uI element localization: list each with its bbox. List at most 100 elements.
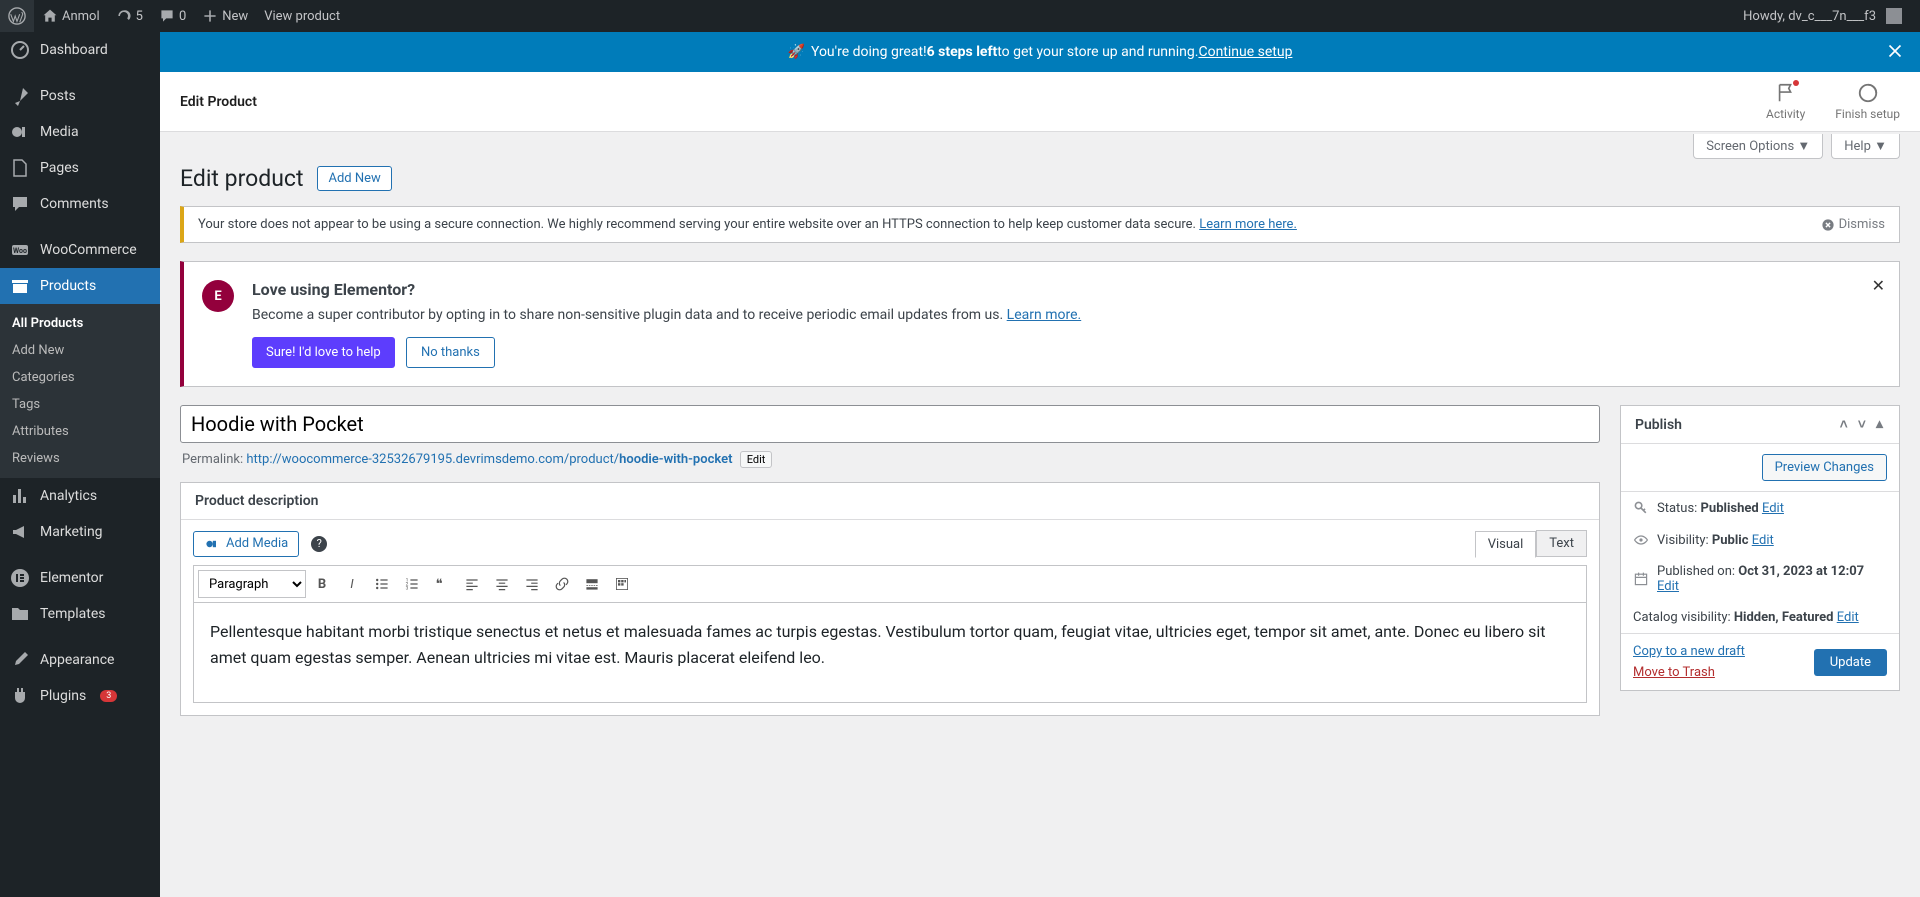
align-left-button[interactable] xyxy=(458,570,486,598)
sub-item-categories[interactable]: Categories xyxy=(0,364,160,391)
italic-button[interactable]: I xyxy=(338,570,366,598)
sidebar-item-media[interactable]: Media xyxy=(0,114,160,150)
toolbar-toggle-button[interactable] xyxy=(608,570,636,598)
add-media-button[interactable]: Add Media xyxy=(193,531,299,557)
updates-count: 5 xyxy=(136,9,143,24)
sub-item-all-products[interactable]: All Products xyxy=(0,310,160,337)
help-button[interactable]: Help ▼ xyxy=(1831,134,1900,159)
banner-bold: 6 steps left xyxy=(927,44,998,60)
edit-status-link[interactable]: Edit xyxy=(1762,501,1784,516)
https-notice-text: Your store does not appear to be using a… xyxy=(198,217,1199,232)
edit-catalog-link[interactable]: Edit xyxy=(1837,610,1859,625)
edit-date-link[interactable]: Edit xyxy=(1657,579,1679,594)
sidebar-item-posts[interactable]: Posts xyxy=(0,78,160,114)
sub-item-add-new[interactable]: Add New xyxy=(0,337,160,364)
elementor-learn-link[interactable]: Learn more. xyxy=(1007,307,1082,323)
site-link[interactable]: Anmol xyxy=(34,0,108,32)
screen-options-button[interactable]: Screen Options ▼ xyxy=(1693,134,1823,159)
sidebar-item-products[interactable]: Products xyxy=(0,268,160,304)
sidebar-item-comments[interactable]: Comments xyxy=(0,186,160,222)
move-trash-link[interactable]: Move to Trash xyxy=(1633,665,1745,680)
svg-text:Woo: Woo xyxy=(13,247,27,255)
elementor-yes-button[interactable]: Sure! I'd love to help xyxy=(252,337,395,368)
visual-tab[interactable]: Visual xyxy=(1475,531,1537,558)
home-icon xyxy=(42,8,58,24)
sidebar-item-marketing[interactable]: Marketing xyxy=(0,514,160,550)
calendar-icon xyxy=(1633,571,1649,587)
sidebar-label: Dashboard xyxy=(40,42,108,58)
activity-label: Activity xyxy=(1766,107,1805,121)
updates-link[interactable]: 5 xyxy=(108,0,151,32)
permalink-link[interactable]: http://woocommerce-32532679195.devrimsde… xyxy=(246,452,732,467)
visibility-label: Visibility: xyxy=(1657,533,1712,548)
sidebar-item-pages[interactable]: Pages xyxy=(0,150,160,186)
sub-item-tags[interactable]: Tags xyxy=(0,391,160,418)
editor-content[interactable]: Pellentesque habitant morbi tristique se… xyxy=(193,603,1587,703)
activity-button[interactable]: Activity xyxy=(1766,82,1805,121)
sidebar-item-plugins[interactable]: Plugins3 xyxy=(0,678,160,714)
more-button[interactable] xyxy=(578,570,606,598)
quote-button[interactable]: ❝ xyxy=(428,570,456,598)
format-select[interactable]: Paragraph xyxy=(198,570,306,598)
copy-draft-link[interactable]: Copy to a new draft xyxy=(1633,644,1745,659)
kitchen-sink-icon xyxy=(614,576,630,592)
page-header: Edit Product Activity Finish setup xyxy=(160,72,1920,132)
finish-setup-button[interactable]: Finish setup xyxy=(1835,82,1900,121)
text-tab[interactable]: Text xyxy=(1536,530,1587,557)
description-heading: Product description xyxy=(181,483,1599,520)
align-right-icon xyxy=(524,576,540,592)
brush-icon xyxy=(10,650,30,670)
number-list-button[interactable]: 123 xyxy=(398,570,426,598)
eye-icon xyxy=(1633,532,1649,548)
sidebar-item-appearance[interactable]: Appearance xyxy=(0,642,160,678)
update-button[interactable]: Update xyxy=(1814,649,1887,676)
bold-button[interactable]: B xyxy=(308,570,336,598)
sidebar-item-dashboard[interactable]: Dashboard xyxy=(0,32,160,68)
add-new-button[interactable]: Add New xyxy=(317,166,391,191)
page-title: Edit Product xyxy=(180,94,257,110)
view-product-link[interactable]: View product xyxy=(256,0,348,32)
move-up-button[interactable]: ˄ xyxy=(1838,416,1850,433)
bullet-list-button[interactable] xyxy=(368,570,396,598)
https-learn-more-link[interactable]: Learn more here. xyxy=(1199,217,1297,232)
move-down-button[interactable]: ˅ xyxy=(1856,416,1868,433)
setup-banner: 🚀 You're doing great! 6 steps left to ge… xyxy=(160,32,1920,72)
elementor-logo-icon: E xyxy=(202,280,234,312)
sidebar-label: Marketing xyxy=(40,524,103,540)
sidebar-label: Templates xyxy=(40,606,106,622)
comment-icon xyxy=(10,194,30,214)
toggle-box-button[interactable]: ▴ xyxy=(1874,416,1885,433)
new-label: New xyxy=(222,9,248,24)
align-center-button[interactable] xyxy=(488,570,516,598)
close-banner-button[interactable] xyxy=(1884,40,1906,66)
sidebar-item-woocommerce[interactable]: WooWooCommerce xyxy=(0,232,160,268)
edit-visibility-link[interactable]: Edit xyxy=(1752,533,1774,548)
product-title-input[interactable] xyxy=(180,405,1600,443)
new-link[interactable]: New xyxy=(194,0,256,32)
wp-logo[interactable] xyxy=(0,0,34,32)
howdy-link[interactable]: Howdy, dv_c___7n___f3 xyxy=(1735,0,1910,32)
quote-icon: ❝ xyxy=(434,576,450,592)
sub-item-attributes[interactable]: Attributes xyxy=(0,418,160,445)
dismiss-elementor-button[interactable]: ✕ xyxy=(1872,276,1885,295)
sidebar-item-analytics[interactable]: Analytics xyxy=(0,478,160,514)
preview-button[interactable]: Preview Changes xyxy=(1762,454,1887,481)
dismiss-https-button[interactable]: Dismiss xyxy=(1821,217,1885,232)
link-icon xyxy=(554,576,570,592)
edit-slug-button[interactable]: Edit xyxy=(740,451,773,468)
analytics-icon xyxy=(10,486,30,506)
comments-link[interactable]: 0 xyxy=(151,0,194,32)
sidebar-label: Media xyxy=(40,124,79,140)
link-button[interactable] xyxy=(548,570,576,598)
folder-icon xyxy=(10,604,30,624)
rocket-icon: 🚀 xyxy=(788,44,805,60)
sub-item-reviews[interactable]: Reviews xyxy=(0,445,160,472)
elementor-no-button[interactable]: No thanks xyxy=(406,337,495,368)
pin-icon xyxy=(10,86,30,106)
sidebar-item-templates[interactable]: Templates xyxy=(0,596,160,632)
align-right-button[interactable] xyxy=(518,570,546,598)
help-icon[interactable]: ? xyxy=(311,536,327,552)
continue-setup-link[interactable]: Continue setup xyxy=(1198,44,1292,60)
sidebar-item-elementor[interactable]: Elementor xyxy=(0,560,160,596)
status-value: Published xyxy=(1701,501,1759,516)
